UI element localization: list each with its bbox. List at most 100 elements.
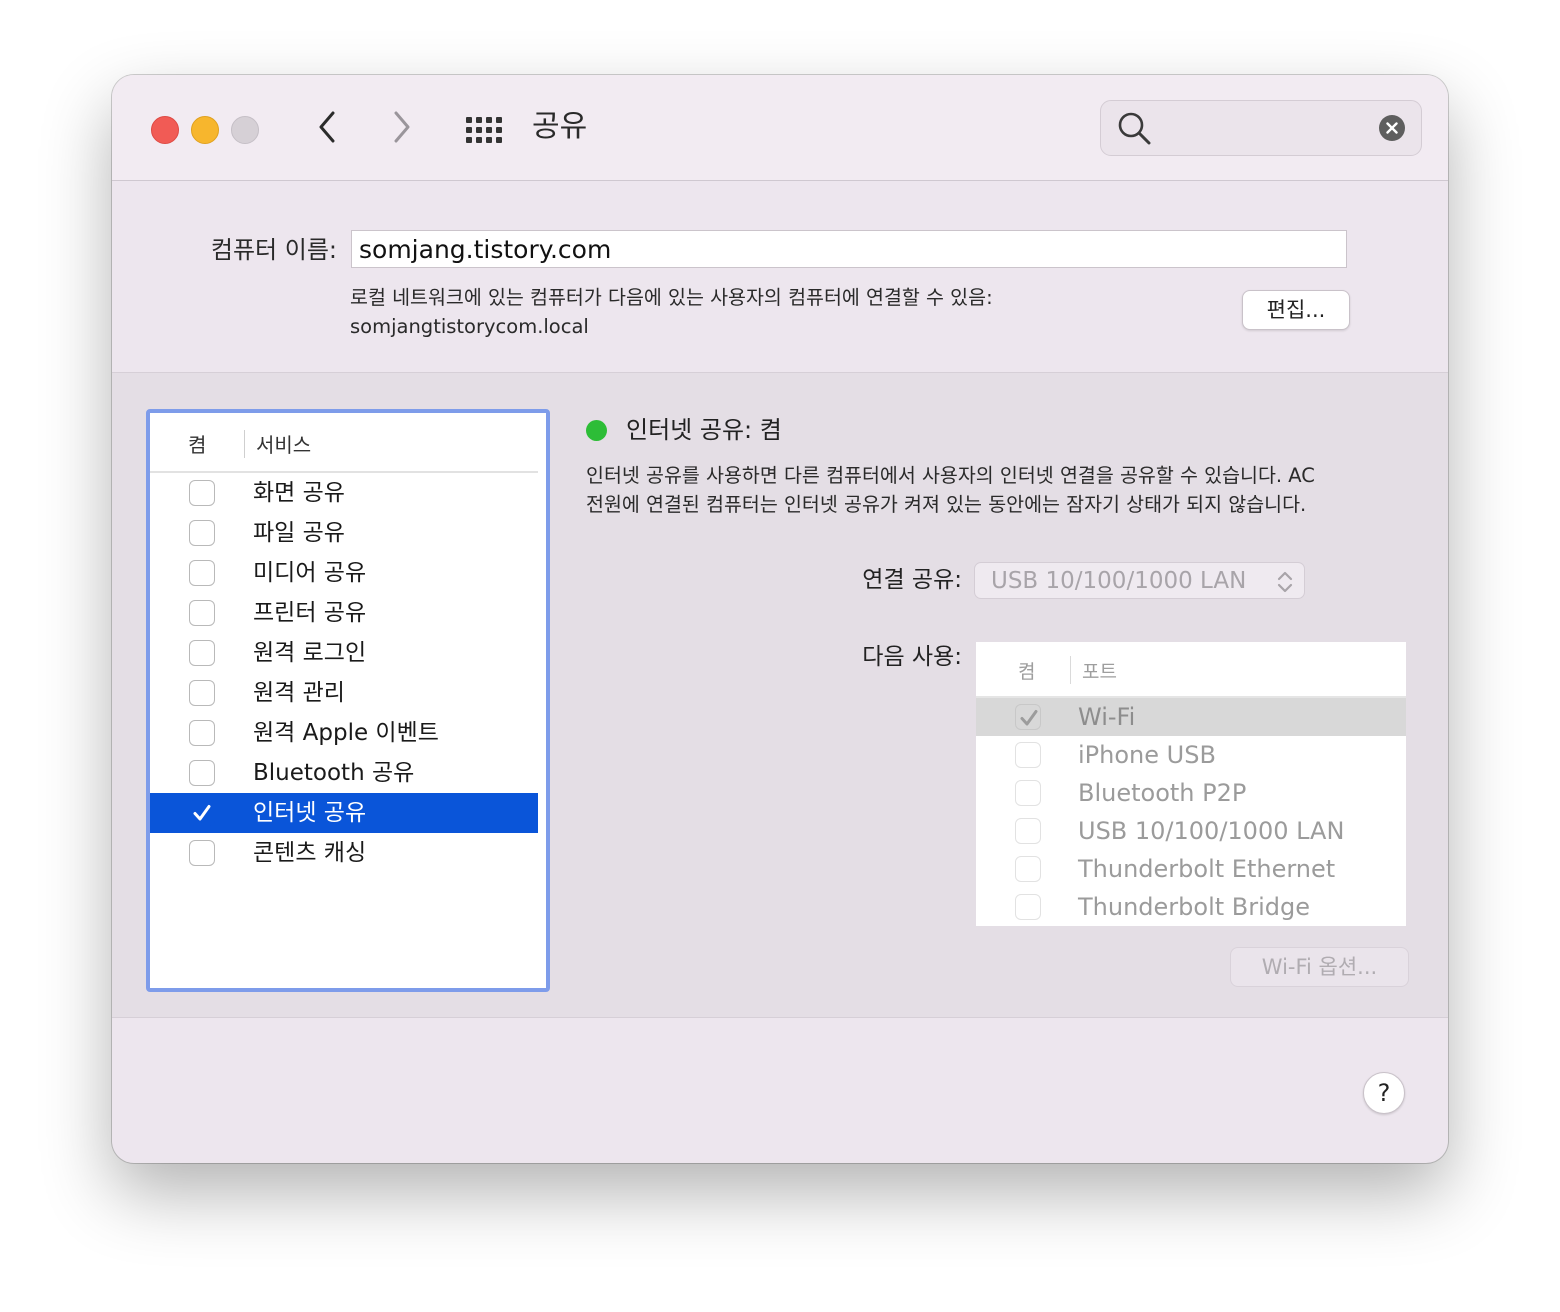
share-connection-value: USB 10/100/1000 LAN (991, 568, 1247, 594)
grid-dot (476, 137, 482, 143)
port-checkbox[interactable] (1015, 818, 1041, 844)
sharing-preferences-window: 공유 컴퓨터 이름: somjang.tistory.com 로컬 네트워크에 … (112, 75, 1448, 1163)
grid-dot (496, 127, 502, 133)
port-row[interactable]: Thunderbolt Ethernet (976, 850, 1406, 888)
port-row[interactable]: iPhone USB (976, 736, 1406, 774)
port-row[interactable]: USB 10/100/1000 LAN (976, 812, 1406, 850)
close-button[interactable] (151, 116, 179, 144)
port-row[interactable]: Wi-Fi (976, 698, 1406, 736)
local-hostname: somjangtistorycom.local (350, 315, 589, 338)
port-checkbox[interactable] (1015, 742, 1041, 768)
service-row[interactable]: 원격 관리 (150, 673, 538, 713)
service-label: 원격 관리 (253, 680, 345, 706)
service-row[interactable]: 미디어 공유 (150, 553, 538, 593)
grid-dot (466, 137, 472, 143)
service-description: 인터넷 공유를 사용하면 다른 컴퓨터에서 사용자의 인터넷 연결을 공유할 수… (586, 461, 1386, 519)
up-down-chevron-icon (1277, 571, 1293, 593)
service-checkbox[interactable] (189, 480, 215, 506)
port-checkbox[interactable] (1015, 856, 1041, 882)
port-row[interactable]: Thunderbolt Bridge (976, 888, 1406, 926)
service-list-header: 켬 서비스 (150, 413, 538, 473)
service-row[interactable]: 파일 공유 (150, 513, 538, 553)
service-list[interactable]: 켬 서비스 화면 공유파일 공유미디어 공유프린터 공유원격 로그인원격 관리원… (146, 409, 550, 992)
minimize-button[interactable] (191, 116, 219, 144)
service-label: 화면 공유 (253, 480, 345, 506)
zoom-button[interactable] (231, 116, 259, 144)
service-row[interactable]: 원격 Apple 이벤트 (150, 713, 538, 753)
share-connection-select[interactable]: USB 10/100/1000 LAN (974, 562, 1305, 599)
chevron-left-icon (319, 111, 335, 143)
service-checkbox[interactable] (189, 600, 215, 626)
service-row[interactable]: 원격 로그인 (150, 633, 538, 673)
service-label: Bluetooth 공유 (253, 760, 415, 786)
port-table-header: 켬 포트 (976, 642, 1406, 698)
service-label: 콘텐츠 캐싱 (253, 840, 367, 866)
port-table[interactable]: 켬 포트 Wi-Fi iPhone USB Bluetooth P2P USB 10/… (976, 642, 1406, 926)
column-divider (244, 430, 245, 458)
back-button[interactable] (307, 105, 347, 149)
service-row[interactable]: 콘텐츠 캐싱 (150, 833, 538, 873)
service-checkbox[interactable] (189, 840, 215, 866)
service-row[interactable]: Bluetooth 공유 (150, 753, 538, 793)
status-text: 인터넷 공유: 켬 (626, 416, 782, 444)
service-row[interactable]: 프린터 공유 (150, 593, 538, 633)
port-checkbox[interactable] (1015, 780, 1041, 806)
computer-name-field[interactable]: somjang.tistory.com (351, 230, 1347, 268)
service-checkbox[interactable] (189, 640, 215, 666)
search-field[interactable] (1100, 100, 1422, 156)
local-hostname-info: 로컬 네트워크에 있는 컴퓨터가 다음에 있는 사용자의 컴퓨터에 연결할 수 … (350, 283, 993, 341)
service-label: 파일 공유 (253, 520, 345, 546)
forward-button[interactable] (382, 105, 422, 149)
column-header-on[interactable]: 켬 (188, 429, 206, 458)
checkmark-icon (1020, 710, 1038, 726)
help-button[interactable]: ? (1363, 1072, 1405, 1114)
local-hostname-description: 로컬 네트워크에 있는 컴퓨터가 다음에 있는 사용자의 컴퓨터에 연결할 수 … (350, 286, 993, 309)
service-label: 원격 로그인 (253, 640, 367, 666)
wifi-options-button[interactable]: Wi-Fi 옵션... (1230, 947, 1409, 987)
column-header-port[interactable]: 포트 (1082, 657, 1117, 684)
port-label: Thunderbolt Ethernet (1078, 855, 1336, 883)
service-label: 프린터 공유 (253, 600, 367, 626)
service-checkbox[interactable] (189, 800, 215, 826)
sharing-panel: 켬 서비스 화면 공유파일 공유미디어 공유프린터 공유원격 로그인원격 관리원… (112, 372, 1448, 1018)
grid-dot (486, 137, 492, 143)
window-title: 공유 (532, 109, 588, 144)
show-all-grid-icon[interactable] (464, 113, 504, 143)
computer-name-label: 컴퓨터 이름: (210, 236, 337, 264)
status-indicator (586, 420, 607, 441)
port-checkbox[interactable] (1015, 894, 1041, 920)
service-label: 원격 Apple 이벤트 (253, 720, 439, 746)
service-checkbox[interactable] (189, 720, 215, 746)
service-checkbox[interactable] (189, 560, 215, 586)
service-row[interactable]: 화면 공유 (150, 473, 538, 513)
chevron-right-icon (394, 111, 410, 143)
description-line: 인터넷 공유를 사용하면 다른 컴퓨터에서 사용자의 인터넷 연결을 공유할 수… (586, 464, 1315, 487)
service-row[interactable]: 인터넷 공유 (150, 793, 538, 833)
grid-dot (476, 117, 482, 123)
grid-dot (496, 117, 502, 123)
edit-button[interactable]: 편집... (1242, 290, 1350, 330)
port-row[interactable]: Bluetooth P2P (976, 774, 1406, 812)
grid-dot (486, 117, 492, 123)
service-label: 인터넷 공유 (253, 800, 367, 826)
column-divider (1070, 656, 1071, 684)
column-header-on[interactable]: 켬 (1018, 657, 1035, 684)
port-label: Thunderbolt Bridge (1078, 893, 1311, 921)
service-checkbox[interactable] (189, 680, 215, 706)
service-label: 미디어 공유 (253, 560, 367, 586)
column-header-service[interactable]: 서비스 (256, 429, 311, 458)
grid-dot (466, 117, 472, 123)
to-computers-using-label: 다음 사용: (862, 644, 962, 670)
port-checkbox[interactable] (1015, 704, 1041, 730)
clear-search-icon[interactable] (1379, 115, 1405, 141)
titlebar: 공유 (112, 75, 1448, 181)
port-label: iPhone USB (1078, 741, 1216, 769)
service-checkbox[interactable] (189, 760, 215, 786)
port-label: USB 10/100/1000 LAN (1078, 817, 1345, 845)
grid-dot (476, 127, 482, 133)
grid-dot (496, 137, 502, 143)
port-label: Wi-Fi (1078, 703, 1136, 731)
grid-dot (466, 127, 472, 133)
grid-dot (486, 127, 492, 133)
service-checkbox[interactable] (189, 520, 215, 546)
